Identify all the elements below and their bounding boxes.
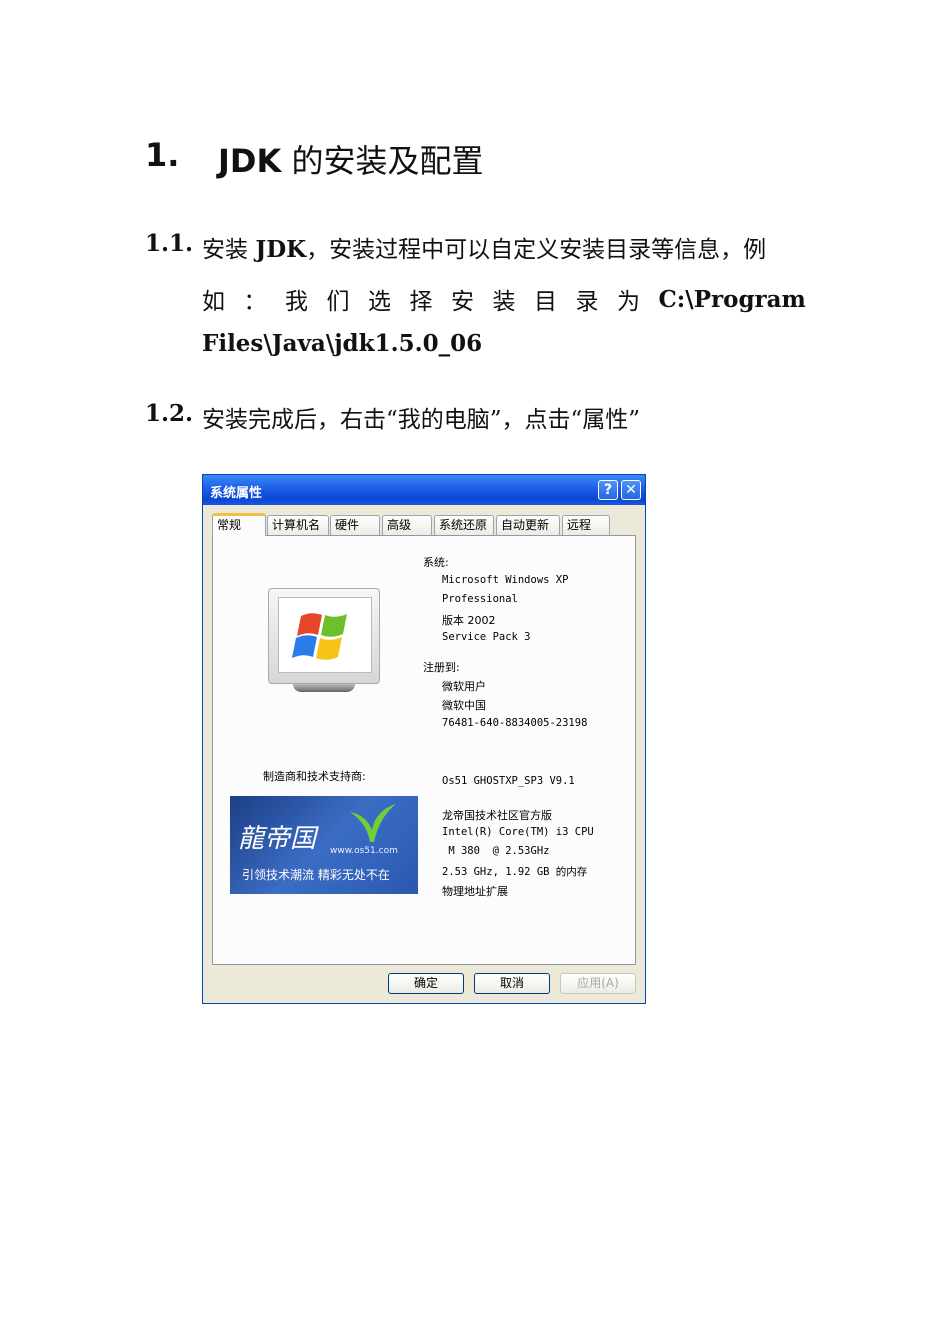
product-id: 76481-640-8834005-23198 xyxy=(442,717,588,729)
oem-banner-image: 龍帝国 www.os51.com 引领技术潮流 精彩无处不在 xyxy=(230,796,418,894)
ok-button[interactable]: 确定 xyxy=(388,973,464,994)
oem-line: Os51 GHOSTXP_SP3 V9.1 xyxy=(442,775,575,787)
tab-hardware[interactable]: 硬件 xyxy=(330,515,380,535)
install-path: C:\Program xyxy=(658,285,806,313)
help-button[interactable]: ? xyxy=(598,480,618,500)
system-label: 系统: xyxy=(423,556,449,569)
windows-monitor-icon xyxy=(268,588,380,684)
manufacturer-label: 制造商和技术支持商: xyxy=(263,770,366,783)
tab-system-restore[interactable]: 系统还原 xyxy=(434,515,494,535)
general-tab-panel: 系统: Microsoft Windows XP Professional 版本… xyxy=(212,535,636,965)
registered-line: 微软中国 xyxy=(442,699,486,712)
item-text: 安装完成后，右击“我的电脑”，点击“属性” xyxy=(202,407,641,433)
leaf-icon xyxy=(350,804,396,842)
install-path-cont: Files\Java\jdk1.5.0_06 xyxy=(202,330,483,357)
system-line: Microsoft Windows XP xyxy=(442,574,569,586)
system-properties-dialog: 系统属性 ? ✕ 常规 计算机名 硬件 高级 系统还原 自动更新 远程 系统: … xyxy=(202,474,646,1004)
banner-url: www.os51.com xyxy=(330,846,398,856)
windows-logo-icon xyxy=(292,613,347,660)
tab-general[interactable]: 常规 xyxy=(212,513,266,536)
banner-logo: 龍帝国 xyxy=(238,824,317,854)
item-text: 安装 JDK，安装过程中可以自定义安装目录等信息，例 xyxy=(202,236,767,263)
hardware-line: 2.53 GHz, 1.92 GB 的内存 xyxy=(442,866,588,878)
registered-line: 微软用户 xyxy=(442,680,486,693)
tab-advanced[interactable]: 高级 xyxy=(382,515,432,535)
item-line-2: 如 ： 我 们 选 择 安 装 目 录 为 C:\Program xyxy=(202,285,806,316)
system-line: 版本 2002 xyxy=(442,614,496,627)
system-line: Professional xyxy=(442,593,518,605)
apply-button[interactable]: 应用(A) xyxy=(560,973,636,994)
hardware-line: 物理地址扩展 xyxy=(442,885,508,898)
system-line: Service Pack 3 xyxy=(442,631,531,643)
close-button[interactable]: ✕ xyxy=(621,480,641,500)
dialog-title: 系统属性 xyxy=(210,486,263,501)
heading-title: JDK 的安装及配置 xyxy=(218,142,484,180)
tab-computer-name[interactable]: 计算机名 xyxy=(267,515,329,535)
registered-label: 注册到: xyxy=(423,661,460,674)
item-number: 1.1. xyxy=(145,230,194,257)
hardware-line: 龙帝国技术社区官方版 xyxy=(442,809,552,822)
heading-number: 1. xyxy=(145,136,180,174)
item-number: 1.2. xyxy=(145,400,194,427)
title-bar[interactable]: 系统属性 ? ✕ xyxy=(203,475,645,505)
tab-remote[interactable]: 远程 xyxy=(562,515,610,535)
monitor-stand xyxy=(293,684,355,692)
banner-slogan: 引领技术潮流 精彩无处不在 xyxy=(242,868,390,882)
tab-auto-update[interactable]: 自动更新 xyxy=(496,515,560,535)
hardware-line: M 380 @ 2.53GHz xyxy=(442,845,550,857)
hardware-line: Intel(R) Core(TM) i3 CPU xyxy=(442,826,594,838)
section-heading: 1. JDK 的安装及配置 xyxy=(145,136,483,180)
cancel-button[interactable]: 取消 xyxy=(474,973,550,994)
